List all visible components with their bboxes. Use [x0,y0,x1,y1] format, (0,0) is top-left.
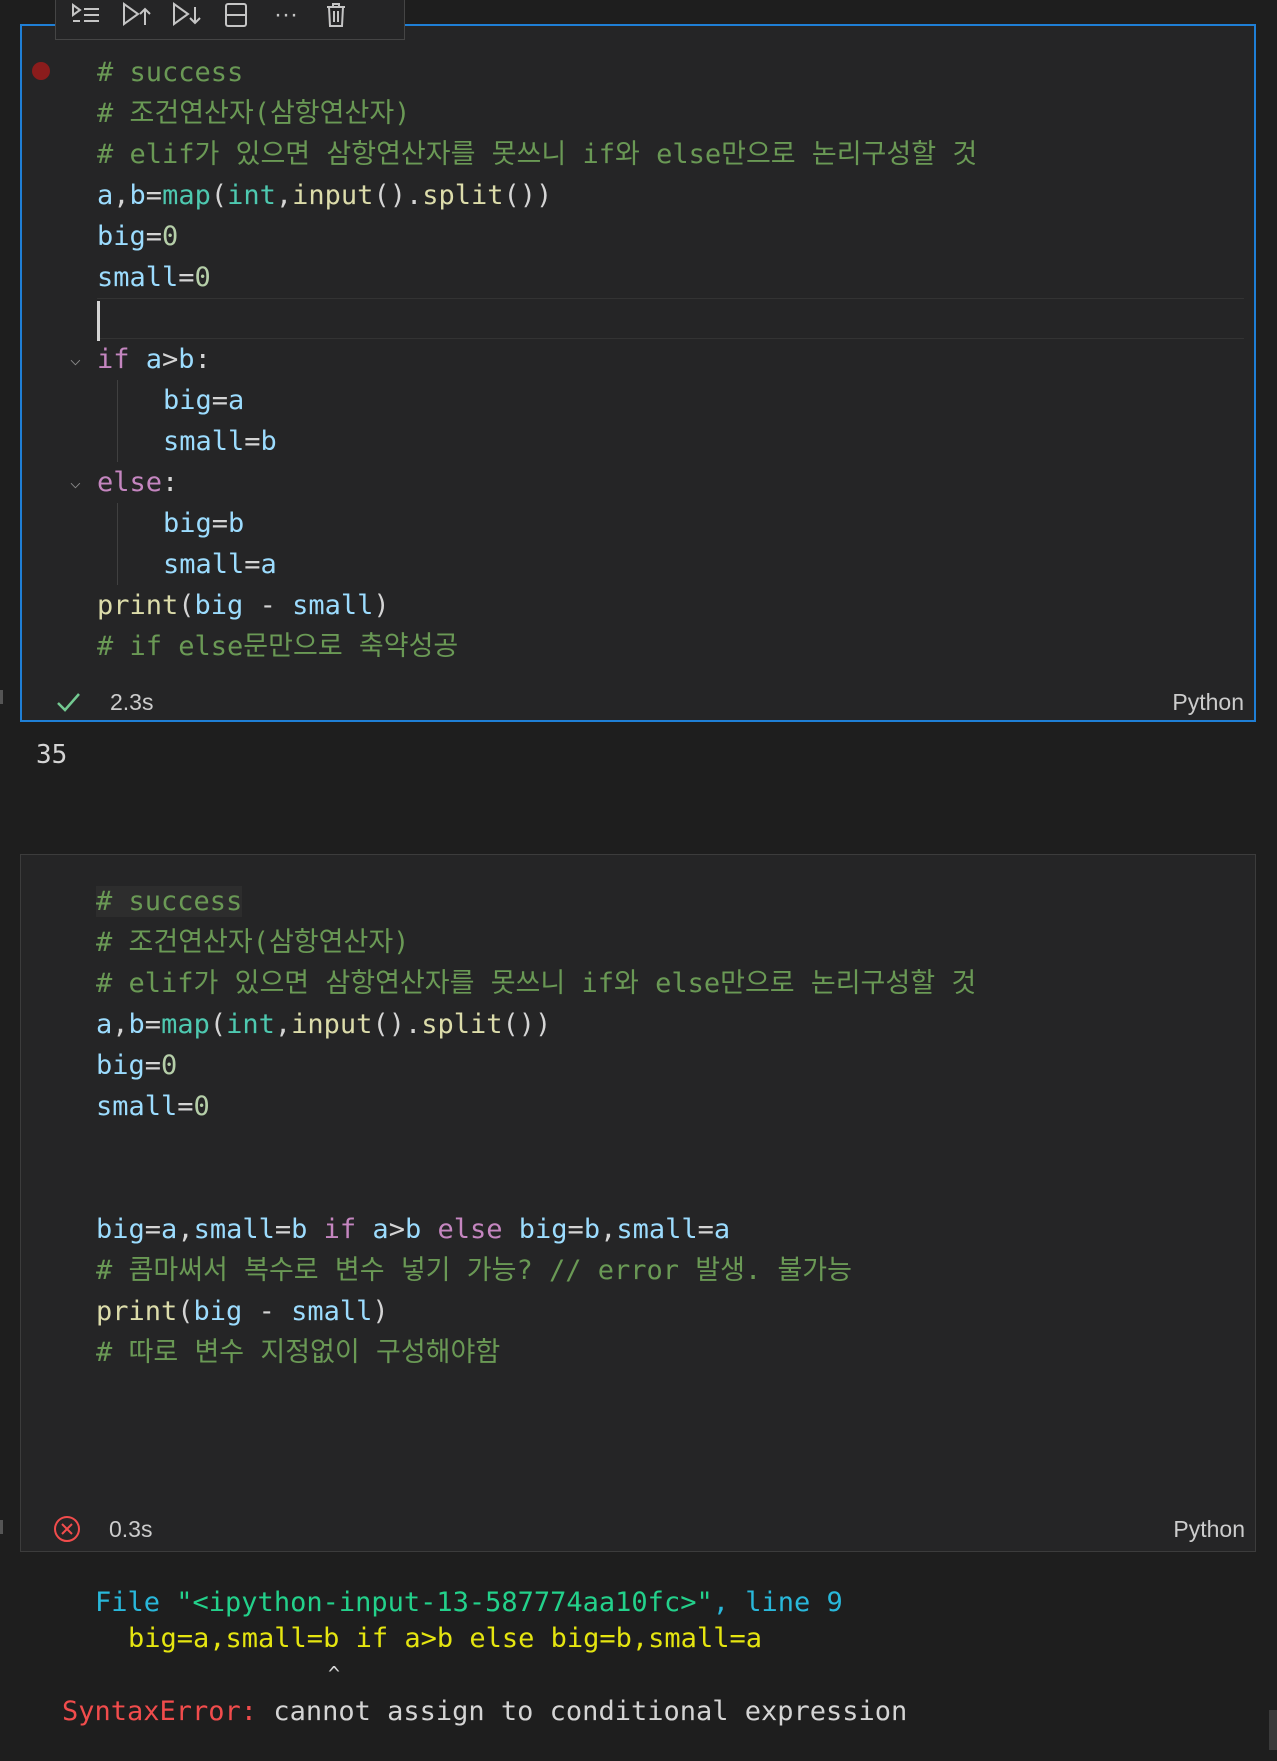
fold-chevron-icon[interactable]: ⌵ [70,339,81,380]
code-cell-1[interactable]: # success # 조건연산자(삼항연산자) # elif가 있으면 삼항연… [20,24,1256,722]
cell-2-status-bar: 0.3s Python [21,1507,1255,1551]
code-line: # success [97,57,244,88]
error-message: SyntaxError: cannot assign to conditiona… [62,1696,908,1727]
cell-1-output: 35 [36,740,68,770]
code-line: # 조건연산자(삼항연산자) [97,98,411,129]
text-cursor [97,300,100,341]
split-cell-icon[interactable] [218,0,254,33]
error-circle-icon [51,1513,83,1545]
code-line: a,b=map(int,input().split()) [96,1009,552,1040]
code-line: # 따로 변수 지정없이 구성해야함 [96,1337,501,1368]
fold-chevron-icon[interactable]: ⌵ [70,462,81,503]
cell-toolbar: ··· [55,0,405,40]
code-line: print(big - small) [97,590,390,621]
code-line: ⌵ else: [70,462,1244,503]
code-line: # success [96,886,243,917]
cell-1-editor[interactable]: # success # 조건연산자(삼항연산자) # elif가 있으면 삼항연… [70,52,1244,667]
code-line: small=b [97,421,1244,462]
code-line: print(big - small) [96,1296,389,1327]
run-by-line-icon[interactable] [68,0,104,33]
code-line: big=0 [96,1050,178,1081]
execution-time: 2.3s [110,688,154,715]
indent-guide [117,421,118,462]
code-line: small=0 [97,262,211,293]
code-line: small=0 [96,1091,210,1122]
execute-below-icon[interactable] [168,0,204,33]
breakpoint-dot[interactable] [32,62,50,80]
code-line: # 콤마써서 복수로 변수 넣기 가능? // error 발생. 불가능 [96,1255,852,1286]
code-line: small=a [97,544,1244,585]
language-picker[interactable]: Python [1173,1516,1245,1543]
delete-icon[interactable] [318,0,354,33]
code-line: # elif가 있으면 삼항연산자를 못쓰니 if와 else만으로 논리구성할… [96,968,977,999]
checkmark-icon [52,686,84,718]
gutter-tick [0,1520,3,1534]
execution-time: 0.3s [109,1515,153,1542]
code-line: # 조건연산자(삼항연산자) [96,927,410,958]
cell-1-status-bar: 2.3s Python [22,680,1254,724]
more-icon[interactable]: ··· [268,0,304,33]
traceback-code-line: big=a,small=b if a>b else big=b,small=a [128,1623,762,1654]
indent-guide [117,544,118,585]
scrollbar-marker[interactable] [1269,1710,1277,1750]
traceback-file-line: File "<ipython-input-13-587774aa10fc>", … [95,1587,843,1618]
indent-guide [117,380,118,421]
code-line: big=0 [97,221,179,252]
traceback-caret: ^ [328,1662,341,1686]
code-cell-2[interactable]: # success # 조건연산자(삼항연산자) # elif가 있으면 삼항연… [20,854,1256,1552]
indent-guide [117,503,118,544]
code-line: # elif가 있으면 삼항연산자를 못쓰니 if와 else만으로 논리구성할… [97,139,978,170]
code-line: big=a [97,380,1244,421]
code-line: # if else문만으로 축약성공 [97,631,459,662]
cell-2-editor[interactable]: # success # 조건연산자(삼항연산자) # elif가 있으면 삼항연… [96,881,1245,1373]
code-line-current [97,298,1244,341]
language-picker[interactable]: Python [1172,689,1244,716]
execute-above-icon[interactable] [118,0,154,33]
code-line: big=b [97,503,1244,544]
gutter-tick [0,690,3,704]
code-line: ⌵ if a>b: [70,339,1244,380]
code-line: big=a,small=b if a>b else big=b,small=a [96,1214,731,1245]
code-line: a,b=map(int,input().split()) [97,180,553,211]
